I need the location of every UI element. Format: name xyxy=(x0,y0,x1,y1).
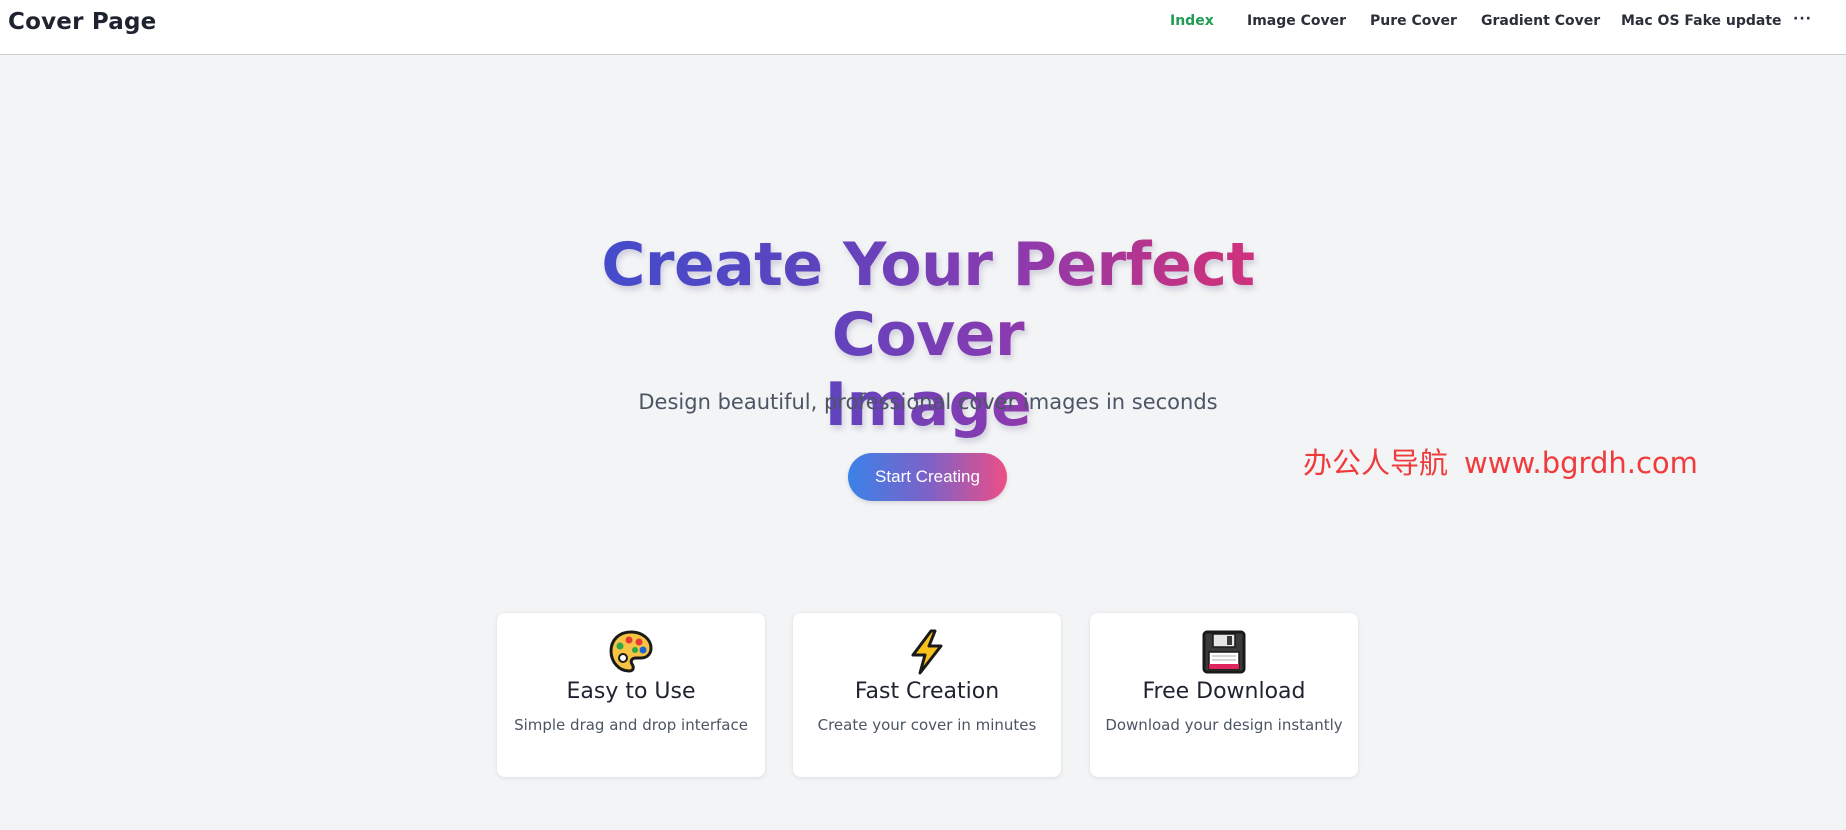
nav-item-pure-cover[interactable]: Pure Cover xyxy=(1370,13,1457,29)
nav-more-button[interactable]: ··· xyxy=(1793,11,1812,27)
nav-item-image-cover[interactable]: Image Cover xyxy=(1247,13,1346,29)
feature-description: Download your design instantly xyxy=(1105,716,1343,734)
brand-title[interactable]: Cover Page xyxy=(8,9,156,35)
start-creating-button[interactable]: Start Creating xyxy=(848,453,1007,501)
watermark: 办公人导航 www.bgrdh.com xyxy=(1303,440,1698,482)
hero-title-line-1: Create Your Perfect Cover xyxy=(601,230,1255,370)
feature-title: Easy to Use xyxy=(566,679,696,704)
feature-title: Free Download xyxy=(1142,679,1306,704)
top-navigation-bar: Cover Page Index Image Cover Pure Cover … xyxy=(0,0,1846,55)
feature-card-easy-to-use: Easy to Use Simple drag and drop interfa… xyxy=(497,613,765,777)
feature-description: Simple drag and drop interface xyxy=(514,716,748,734)
feature-title: Fast Creation xyxy=(854,679,1000,704)
palette-icon xyxy=(607,628,655,676)
lightning-icon xyxy=(903,628,951,676)
watermark-name: 办公人导航 xyxy=(1303,446,1449,480)
hero-subtitle: Design beautiful, professional cover ima… xyxy=(638,390,1218,414)
feature-card-free-download: Free Download Download your design insta… xyxy=(1090,613,1358,777)
nav-item-mac-os-fake-update[interactable]: Mac OS Fake update xyxy=(1621,13,1782,29)
watermark-url: www.bgrdh.com xyxy=(1464,446,1698,480)
feature-card-fast-creation: Fast Creation Create your cover in minut… xyxy=(793,613,1061,777)
nav-item-gradient-cover[interactable]: Gradient Cover xyxy=(1481,13,1600,29)
feature-description: Create your cover in minutes xyxy=(817,716,1037,734)
floppy-disk-icon xyxy=(1200,628,1248,676)
nav-item-index[interactable]: Index xyxy=(1170,13,1214,29)
